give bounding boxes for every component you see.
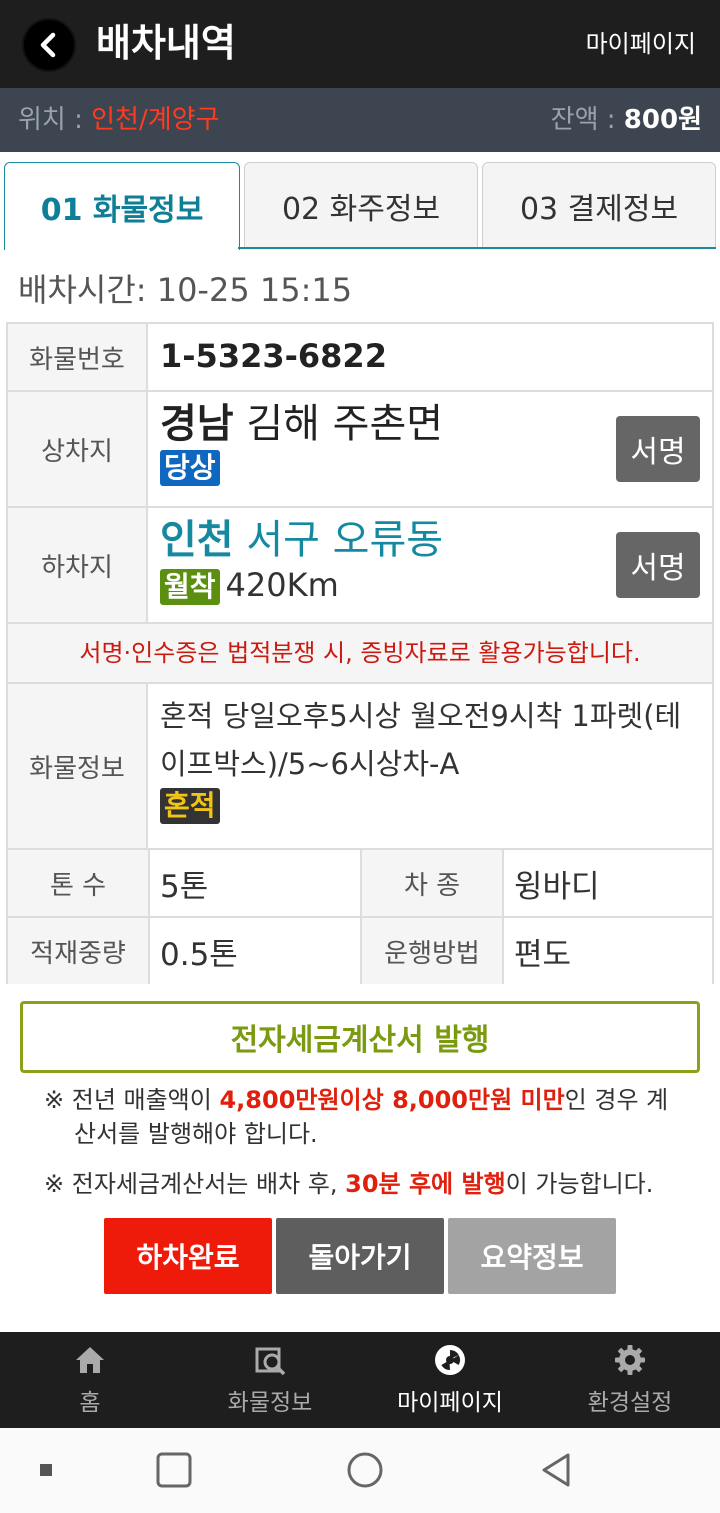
tax-invoice-button[interactable]: 전자세금계산서 발행 bbox=[20, 1001, 700, 1073]
table-row-tonnage: 톤 수 5톤 차 종 윙바디 bbox=[6, 850, 714, 918]
table-row-cargo-no: 화물번호 1-5323-6822 bbox=[6, 324, 714, 392]
circle-icon bbox=[347, 1452, 383, 1488]
tonnage-label: 톤 수 bbox=[8, 850, 150, 916]
tab-shipper-info[interactable]: 02 화주정보 bbox=[244, 162, 478, 248]
vehicle-type-value: 윙바디 bbox=[504, 850, 714, 916]
nav-settings[interactable]: 환경설정 bbox=[540, 1332, 720, 1428]
system-nav-bar bbox=[0, 1428, 720, 1513]
pickup-region: 경남 bbox=[160, 401, 234, 447]
square-icon bbox=[156, 1452, 192, 1488]
nav-home-label: 홈 bbox=[79, 1390, 101, 1416]
cargo-info-label: 화물정보 bbox=[6, 684, 148, 848]
cargo-info-cell: 혼적 당일오후5시상 월오전9시착 1파렛(테이프박스)/5~6시상차-A 혼적 bbox=[148, 684, 714, 848]
triangle-back-icon bbox=[542, 1453, 570, 1487]
tab-bar: 01 화물정보 02 화주정보 03 결제정보 bbox=[4, 162, 716, 250]
tax-note-2-prefix: ※ 전자세금계산서는 배차 후, bbox=[44, 1170, 346, 1198]
location-label: 위치 : bbox=[18, 105, 92, 135]
pickup-cell: 경남 김해 주촌면 당상 서명 bbox=[148, 392, 714, 506]
balance-label: 잔액 : bbox=[550, 105, 624, 135]
tab-cargo-info[interactable]: 01 화물정보 bbox=[4, 162, 240, 250]
nav-mypage[interactable]: 마이페이지 bbox=[360, 1332, 540, 1428]
cargo-info-table: 화물번호 1-5323-6822 상차지 경남 김해 주촌면 당상 서명 하차지… bbox=[6, 322, 714, 984]
cargo-search-icon bbox=[255, 1347, 286, 1376]
dropoff-sign-button[interactable]: 서명 bbox=[616, 532, 700, 598]
tax-note-2-suffix: 이 가능합니다. bbox=[505, 1170, 654, 1198]
recent-apps-button[interactable] bbox=[152, 1448, 196, 1492]
mixed-load-badge: 혼적 bbox=[160, 788, 220, 824]
cargo-no-value: 1-5323-6822 bbox=[160, 337, 387, 375]
tax-note-1-highlight: 4,800만원이상 8,000만원 미만 bbox=[219, 1086, 565, 1114]
dropoff-cell: 인천 서구 오류동 월착 420Km 서명 bbox=[148, 508, 714, 622]
pickup-label: 상차지 bbox=[6, 392, 148, 506]
vehicle-type-label: 차 종 bbox=[362, 850, 504, 916]
back-button[interactable] bbox=[22, 18, 76, 72]
nav-cargo-info[interactable]: 화물정보 bbox=[180, 1332, 360, 1428]
tab-payment-info[interactable]: 03 결제정보 bbox=[482, 162, 716, 248]
home-system-button[interactable] bbox=[343, 1448, 387, 1492]
pickup-badge: 당상 bbox=[160, 450, 220, 486]
pickup-sign-button[interactable]: 서명 bbox=[616, 416, 700, 482]
nav-mypage-label: 마이페이지 bbox=[397, 1390, 503, 1416]
tab-underline bbox=[238, 247, 716, 249]
tax-note-1: ※ 전년 매출액이 4,800만원이상 8,000만원 미만인 경우 계산서를 … bbox=[44, 1083, 674, 1151]
operation-label: 운행방법 bbox=[362, 918, 504, 984]
tax-note-2: ※ 전자세금계산서는 배차 후, 30분 후에 발행이 가능합니다. bbox=[44, 1167, 694, 1201]
balance-value: 800원 bbox=[623, 105, 702, 135]
dropoff-detail: 서구 오류동 bbox=[233, 517, 444, 563]
cargo-no-cell: 1-5323-6822 bbox=[148, 324, 714, 390]
nav-home[interactable]: 홈 bbox=[0, 1332, 180, 1428]
balance-info: 잔액 : 800원 bbox=[551, 102, 702, 138]
mypage-icon bbox=[435, 1345, 465, 1375]
dot-icon bbox=[40, 1464, 52, 1476]
load-weight-value: 0.5톤 bbox=[150, 918, 362, 984]
distance-value: 420Km bbox=[225, 566, 339, 604]
tax-note-1-prefix: ※ 전년 매출액이 bbox=[44, 1086, 220, 1114]
dropoff-label: 하차지 bbox=[6, 508, 148, 622]
home-icon bbox=[76, 1347, 104, 1373]
operation-value: 편도 bbox=[504, 918, 714, 984]
table-row-cargo-info: 화물정보 혼적 당일오후5시상 월오전9시착 1파렛(테이프박스)/5~6시상차… bbox=[6, 684, 714, 850]
nav-settings-label: 환경설정 bbox=[587, 1390, 673, 1416]
table-row-load-weight: 적재중량 0.5톤 운행방법 편도 bbox=[6, 918, 714, 984]
system-back-button[interactable] bbox=[534, 1448, 578, 1492]
chevron-left-icon bbox=[40, 32, 56, 58]
recents-dot-button[interactable] bbox=[24, 1448, 68, 1492]
tonnage-value: 5톤 bbox=[150, 850, 362, 916]
sign-notice: 서명·인수증은 법적분쟁 시, 증빙자료로 활용가능합니다. bbox=[6, 624, 714, 684]
dispatch-time: 배차시간: 10-25 15:15 bbox=[18, 271, 353, 309]
app-header: 배차내역 마이페이지 bbox=[0, 0, 720, 88]
location-bar: 위치 : 인천/계양구 잔액 : 800원 bbox=[0, 88, 720, 152]
summary-button[interactable]: 요약정보 bbox=[448, 1218, 616, 1294]
location-value: 인천/계양구 bbox=[91, 105, 220, 135]
load-weight-label: 적재중량 bbox=[8, 918, 150, 984]
go-back-button[interactable]: 돌아가기 bbox=[276, 1218, 444, 1294]
table-row-dropoff: 하차지 인천 서구 오류동 월착 420Km 서명 bbox=[6, 508, 714, 624]
dropoff-badge: 월착 bbox=[160, 569, 220, 605]
unload-complete-button[interactable]: 하차완료 bbox=[104, 1218, 272, 1294]
pickup-detail: 김해 주촌면 bbox=[233, 401, 444, 447]
location-info: 위치 : 인천/계양구 bbox=[18, 102, 220, 138]
cargo-info-text: 혼적 당일오후5시상 월오전9시착 1파렛(테이프박스)/5~6시상차-A bbox=[160, 699, 682, 781]
page-title: 배차내역 bbox=[96, 21, 236, 65]
dropoff-region: 인천 bbox=[160, 517, 234, 563]
mypage-link[interactable]: 마이페이지 bbox=[586, 26, 696, 62]
bottom-nav: 홈 화물정보 마이페이지 환경설정 bbox=[0, 1332, 720, 1428]
gear-icon bbox=[615, 1345, 645, 1375]
cargo-no-label: 화물번호 bbox=[6, 324, 148, 390]
table-row-pickup: 상차지 경남 김해 주촌면 당상 서명 bbox=[6, 392, 714, 508]
tax-note-2-highlight: 30분 후에 발행 bbox=[345, 1170, 506, 1198]
nav-cargo-info-label: 화물정보 bbox=[227, 1390, 313, 1416]
